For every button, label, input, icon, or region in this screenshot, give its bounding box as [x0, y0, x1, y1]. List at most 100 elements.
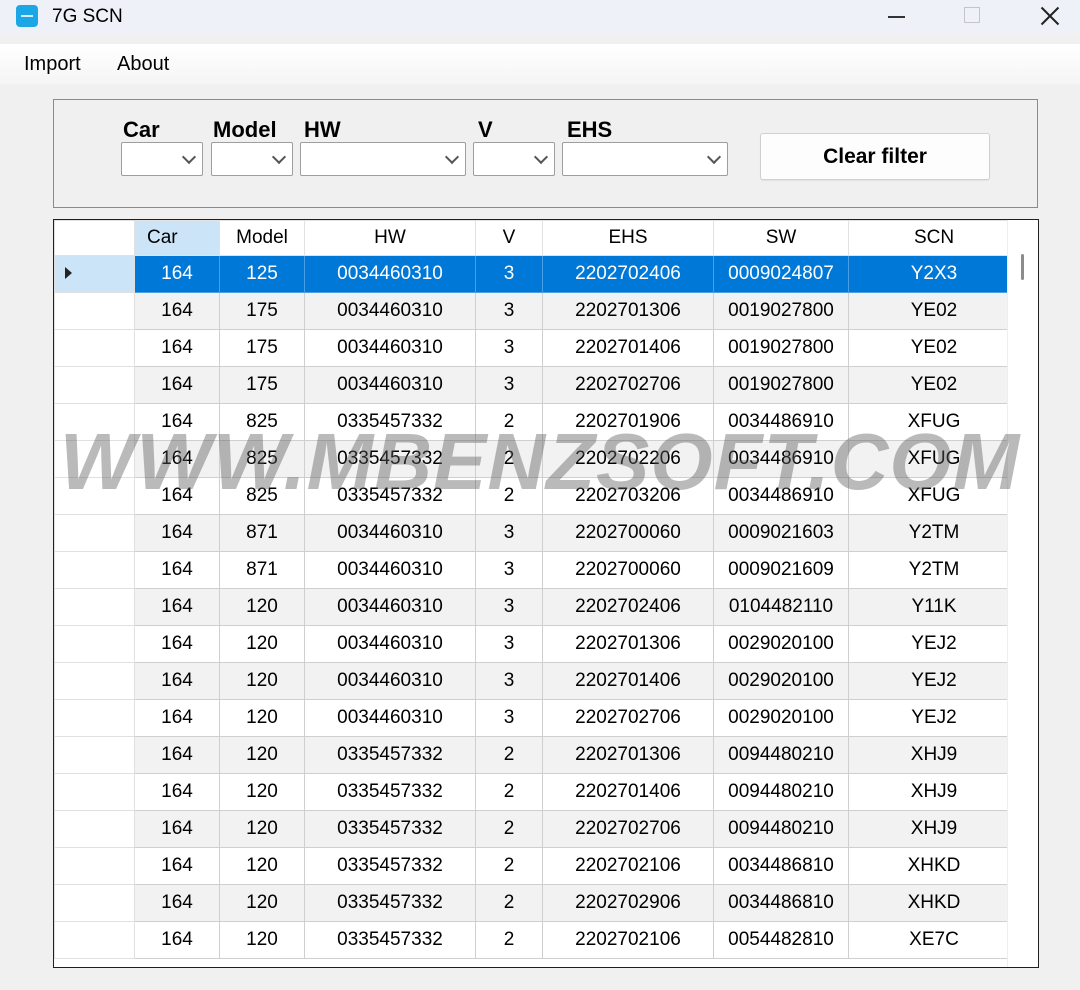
cell-model[interactable]: 871: [219, 514, 305, 552]
cell-ehs[interactable]: 2202700060: [542, 514, 714, 552]
cell-model[interactable]: 871: [219, 551, 305, 589]
cell-ehs[interactable]: 2202702206: [542, 440, 714, 478]
cell-model[interactable]: 175: [219, 366, 305, 404]
cell-v[interactable]: 3: [475, 662, 543, 700]
table-row[interactable]: 164 825 0335457332 2 2202701906 0034486910 XFU…: [54, 403, 1020, 441]
cell-v[interactable]: 2: [475, 921, 543, 959]
cell-sw[interactable]: 0054482810: [713, 921, 849, 959]
cell-sw[interactable]: 0029020100: [713, 625, 849, 663]
scrollbar-thumb[interactable]: [1021, 254, 1024, 280]
row-header[interactable]: [54, 699, 135, 737]
cell-hw[interactable]: 0034460310: [304, 329, 476, 367]
hw-filter-select[interactable]: [300, 142, 466, 176]
cell-ehs[interactable]: 2202701406: [542, 773, 714, 811]
cell-model[interactable]: 175: [219, 292, 305, 330]
cell-model[interactable]: 120: [219, 884, 305, 922]
row-header[interactable]: [54, 588, 135, 626]
clear-filter-button[interactable]: Clear filter: [760, 133, 990, 180]
cell-car[interactable]: 164: [134, 884, 220, 922]
cell-v[interactable]: 2: [475, 847, 543, 885]
vertical-scrollbar[interactable]: [1007, 220, 1038, 967]
cell-ehs[interactable]: 2202702706: [542, 810, 714, 848]
cell-hw[interactable]: 0335457332: [304, 403, 476, 441]
cell-v[interactable]: 3: [475, 588, 543, 626]
cell-v[interactable]: 3: [475, 292, 543, 330]
column-header-scn[interactable]: SCN: [848, 220, 1020, 256]
cell-v[interactable]: 2: [475, 477, 543, 515]
cell-hw[interactable]: 0034460310: [304, 662, 476, 700]
cell-model[interactable]: 120: [219, 588, 305, 626]
cell-car[interactable]: 164: [134, 847, 220, 885]
cell-sw[interactable]: 0104482110: [713, 588, 849, 626]
cell-sw[interactable]: 0009021603: [713, 514, 849, 552]
cell-sw[interactable]: 0034486810: [713, 884, 849, 922]
table-row[interactable]: 164 120 0034460310 3 2202701306 0029020100 YEJ…: [54, 625, 1020, 663]
cell-model[interactable]: 120: [219, 625, 305, 663]
close-icon[interactable]: [1020, 0, 1080, 34]
cell-hw[interactable]: 0034460310: [304, 551, 476, 589]
cell-scn[interactable]: XFUG: [848, 440, 1020, 478]
cell-car[interactable]: 164: [134, 440, 220, 478]
row-header[interactable]: [54, 440, 135, 478]
cell-sw[interactable]: 0009024807: [713, 255, 849, 293]
row-header[interactable]: [54, 403, 135, 441]
cell-sw[interactable]: 0034486910: [713, 440, 849, 478]
table-row[interactable]: 164 120 0034460310 3 2202702706 0029020100 YEJ…: [54, 699, 1020, 737]
table-row[interactable]: 164 120 0335457332 2 2202702706 0094480210 XHJ…: [54, 810, 1020, 848]
cell-hw[interactable]: 0335457332: [304, 440, 476, 478]
cell-model[interactable]: 825: [219, 403, 305, 441]
cell-car[interactable]: 164: [134, 699, 220, 737]
table-row[interactable]: 164 175 0034460310 3 2202702706 0019027800 YE0…: [54, 366, 1020, 404]
cell-hw[interactable]: 0034460310: [304, 699, 476, 737]
row-header[interactable]: [54, 884, 135, 922]
row-header[interactable]: [54, 625, 135, 663]
cell-v[interactable]: 3: [475, 699, 543, 737]
cell-v[interactable]: 2: [475, 440, 543, 478]
cell-hw[interactable]: 0335457332: [304, 810, 476, 848]
data-grid[interactable]: Car Model HW V EHS SW SCN 164 125 0034460310 3 220…: [53, 219, 1039, 968]
cell-ehs[interactable]: 2202702706: [542, 366, 714, 404]
table-row[interactable]: 164 825 0335457332 2 2202703206 0034486910 XFU…: [54, 477, 1020, 515]
table-row[interactable]: 164 120 0335457332 2 2202701406 0094480210 XHJ…: [54, 773, 1020, 811]
column-header-model[interactable]: Model: [219, 220, 305, 256]
cell-model[interactable]: 120: [219, 773, 305, 811]
cell-hw[interactable]: 0034460310: [304, 625, 476, 663]
cell-scn[interactable]: YEJ2: [848, 625, 1020, 663]
cell-car[interactable]: 164: [134, 588, 220, 626]
cell-car[interactable]: 164: [134, 403, 220, 441]
cell-ehs[interactable]: 2202700060: [542, 551, 714, 589]
row-header[interactable]: [54, 255, 135, 293]
cell-sw[interactable]: 0094480210: [713, 736, 849, 774]
cell-model[interactable]: 120: [219, 847, 305, 885]
cell-ehs[interactable]: 2202701906: [542, 403, 714, 441]
cell-car[interactable]: 164: [134, 366, 220, 404]
cell-sw[interactable]: 0029020100: [713, 699, 849, 737]
cell-sw[interactable]: 0034486810: [713, 847, 849, 885]
model-filter-select[interactable]: [211, 142, 293, 176]
cell-scn[interactable]: Y11K: [848, 588, 1020, 626]
row-header[interactable]: [54, 662, 135, 700]
cell-car[interactable]: 164: [134, 810, 220, 848]
cell-sw[interactable]: 0094480210: [713, 810, 849, 848]
cell-v[interactable]: 3: [475, 255, 543, 293]
table-row[interactable]: 164 120 0335457332 2 2202702106 0034486810 XHK…: [54, 847, 1020, 885]
v-filter-select[interactable]: [473, 142, 555, 176]
cell-scn[interactable]: YEJ2: [848, 699, 1020, 737]
cell-v[interactable]: 2: [475, 403, 543, 441]
cell-v[interactable]: 3: [475, 514, 543, 552]
cell-scn[interactable]: XHKD: [848, 847, 1020, 885]
cell-sw[interactable]: 0009021609: [713, 551, 849, 589]
cell-ehs[interactable]: 2202701406: [542, 329, 714, 367]
cell-model[interactable]: 120: [219, 699, 305, 737]
cell-hw[interactable]: 0335457332: [304, 736, 476, 774]
cell-scn[interactable]: XFUG: [848, 477, 1020, 515]
cell-model[interactable]: 825: [219, 440, 305, 478]
table-row[interactable]: 164 871 0034460310 3 2202700060 0009021609 Y2T…: [54, 551, 1020, 589]
column-header-ehs[interactable]: EHS: [542, 220, 714, 256]
cell-scn[interactable]: XHJ9: [848, 773, 1020, 811]
cell-car[interactable]: 164: [134, 477, 220, 515]
cell-v[interactable]: 3: [475, 366, 543, 404]
row-header[interactable]: [54, 810, 135, 848]
cell-sw[interactable]: 0034486910: [713, 403, 849, 441]
cell-sw[interactable]: 0019027800: [713, 292, 849, 330]
